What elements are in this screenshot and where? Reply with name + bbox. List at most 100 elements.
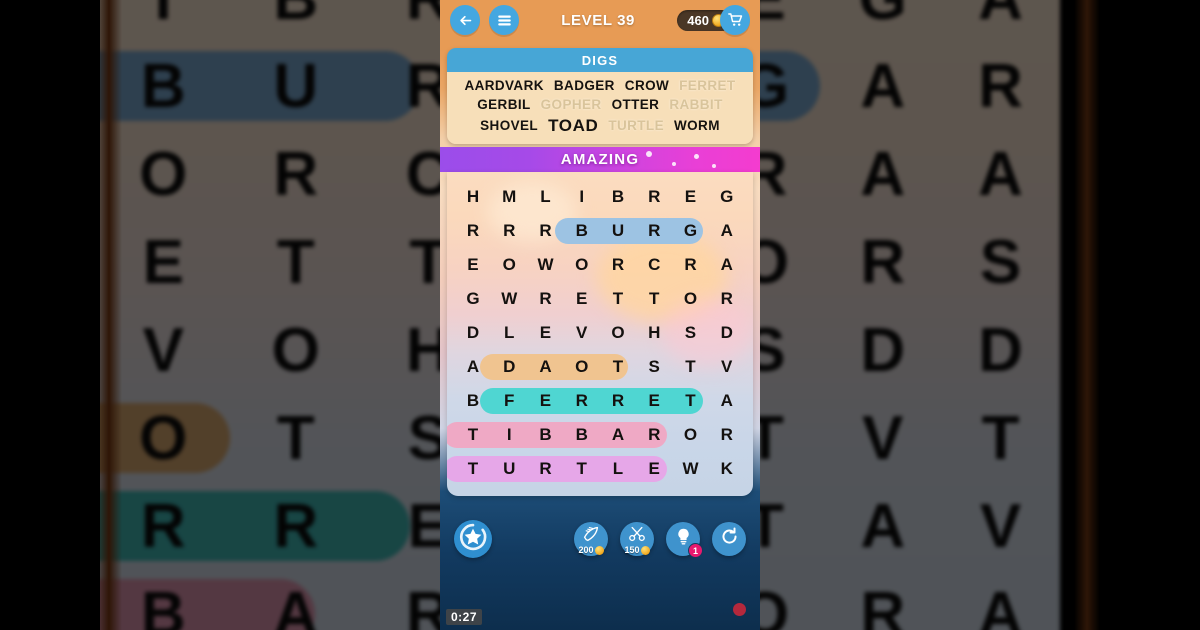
grid-cell[interactable]: G <box>709 187 745 207</box>
shuffle-powerup[interactable]: 150 <box>620 522 654 556</box>
grid-row[interactable]: T I B B A R O R <box>447 418 753 452</box>
grid-cell[interactable]: A <box>528 357 564 377</box>
grid-cell[interactable]: G <box>673 221 709 241</box>
grid-cell[interactable]: T <box>636 289 672 309</box>
grid-cell[interactable]: G <box>455 289 491 309</box>
grid-cell[interactable]: L <box>528 187 564 207</box>
grid-cell[interactable]: R <box>636 187 672 207</box>
grid-cell[interactable]: R <box>636 425 672 445</box>
word-item[interactable]: OTTER <box>612 96 660 115</box>
grid-cell[interactable]: E <box>636 459 672 479</box>
refresh-powerup[interactable] <box>712 522 746 556</box>
grid-cell[interactable]: A <box>709 391 745 411</box>
grid-cell[interactable]: U <box>600 221 636 241</box>
word-item-found[interactable]: GOPHER <box>541 96 602 115</box>
grid-cell[interactable]: B <box>528 425 564 445</box>
grid-row[interactable]: E O W O R C R A <box>447 248 753 282</box>
word-item-found[interactable]: TURTLE <box>608 117 664 136</box>
grid-cell[interactable]: F <box>491 391 527 411</box>
grid-cell[interactable]: S <box>636 357 672 377</box>
grid-cell[interactable]: H <box>636 323 672 343</box>
grid-cell[interactable]: R <box>600 391 636 411</box>
grid-cell[interactable]: E <box>455 255 491 275</box>
grid-cell[interactable]: M <box>491 187 527 207</box>
grid-cell[interactable]: B <box>564 221 600 241</box>
word-item-found[interactable]: FERRET <box>679 77 735 96</box>
grid-cell[interactable]: T <box>564 459 600 479</box>
grid-cell[interactable]: W <box>491 289 527 309</box>
grid-cell[interactable]: B <box>564 425 600 445</box>
grid-cell[interactable]: O <box>673 425 709 445</box>
grid-cell[interactable]: D <box>491 357 527 377</box>
grid-cell[interactable]: R <box>528 221 564 241</box>
word-item-found[interactable]: RABBIT <box>669 96 722 115</box>
word-item[interactable]: GERBIL <box>477 96 530 115</box>
grid-cell[interactable]: O <box>491 255 527 275</box>
grid-cell[interactable]: T <box>673 357 709 377</box>
grid-cell[interactable]: W <box>673 459 709 479</box>
grid-cell[interactable]: T <box>600 357 636 377</box>
grid-cell[interactable]: E <box>673 187 709 207</box>
grid-cell[interactable]: V <box>564 323 600 343</box>
letter-grid[interactable]: H M L I B R E G R R R B U R G A E O W O … <box>447 171 753 496</box>
word-item[interactable]: CROW <box>625 77 669 96</box>
grid-row[interactable]: D L E V O H S D <box>447 316 753 350</box>
grid-cell[interactable]: T <box>600 289 636 309</box>
grid-cell[interactable]: O <box>673 289 709 309</box>
grid-cell[interactable]: O <box>564 255 600 275</box>
word-item[interactable]: SHOVEL <box>480 117 538 136</box>
grid-cell[interactable]: K <box>709 459 745 479</box>
shop-button[interactable] <box>720 5 750 35</box>
grid-cell[interactable]: C <box>636 255 672 275</box>
grid-cell[interactable]: S <box>673 323 709 343</box>
grid-cell[interactable]: O <box>600 323 636 343</box>
grid-cell[interactable]: H <box>455 187 491 207</box>
grid-cell[interactable]: E <box>528 391 564 411</box>
grid-cell[interactable]: R <box>528 459 564 479</box>
grid-cell[interactable]: T <box>455 425 491 445</box>
back-button[interactable] <box>450 5 480 35</box>
grid-cell[interactable]: B <box>600 187 636 207</box>
grid-cell[interactable]: A <box>455 357 491 377</box>
grid-row[interactable]: R R R B U R G A <box>447 214 753 248</box>
grid-row[interactable]: H M L I B R E G <box>447 180 753 214</box>
grid-cell[interactable]: V <box>709 357 745 377</box>
grid-cell[interactable]: R <box>636 221 672 241</box>
grid-cell[interactable]: L <box>491 323 527 343</box>
grid-cell[interactable]: A <box>600 425 636 445</box>
grid-row[interactable]: B F E R R E T A <box>447 384 753 418</box>
grid-cell[interactable]: E <box>636 391 672 411</box>
word-item[interactable]: BADGER <box>554 77 615 96</box>
grid-cell[interactable]: A <box>709 255 745 275</box>
grid-row[interactable]: G W R E T T O R <box>447 282 753 316</box>
menu-button[interactable] <box>489 5 519 35</box>
grid-cell[interactable]: R <box>455 221 491 241</box>
grid-cell[interactable]: T <box>455 459 491 479</box>
grid-cell[interactable]: D <box>709 323 745 343</box>
grid-cell[interactable]: E <box>528 323 564 343</box>
grid-cell[interactable]: R <box>709 289 745 309</box>
grid-cell[interactable]: R <box>709 425 745 445</box>
word-item[interactable]: AARDVARK <box>464 77 543 96</box>
level-progress-button[interactable] <box>454 520 492 558</box>
grid-cell[interactable]: W <box>528 255 564 275</box>
grid-cell[interactable]: A <box>709 221 745 241</box>
grid-cell[interactable]: I <box>564 187 600 207</box>
grid-cell[interactable]: D <box>455 323 491 343</box>
grid-cell[interactable]: L <box>600 459 636 479</box>
grid-cell[interactable]: R <box>673 255 709 275</box>
grid-cell[interactable]: R <box>600 255 636 275</box>
grid-cell[interactable]: B <box>455 391 491 411</box>
grid-cell[interactable]: R <box>528 289 564 309</box>
grid-cell[interactable]: T <box>673 391 709 411</box>
grid-cell[interactable]: R <box>564 391 600 411</box>
grid-cell[interactable]: O <box>564 357 600 377</box>
word-item-active[interactable]: TOAD <box>548 114 598 137</box>
grid-cell[interactable]: R <box>491 221 527 241</box>
grid-cell[interactable]: I <box>491 425 527 445</box>
hint-powerup[interactable]: 1 <box>666 522 703 558</box>
grid-cell[interactable]: E <box>564 289 600 309</box>
grid-row[interactable]: A D A O T S T V <box>447 350 753 384</box>
word-item[interactable]: WORM <box>674 117 720 136</box>
grid-row[interactable]: T U R T L E W K <box>447 452 753 486</box>
